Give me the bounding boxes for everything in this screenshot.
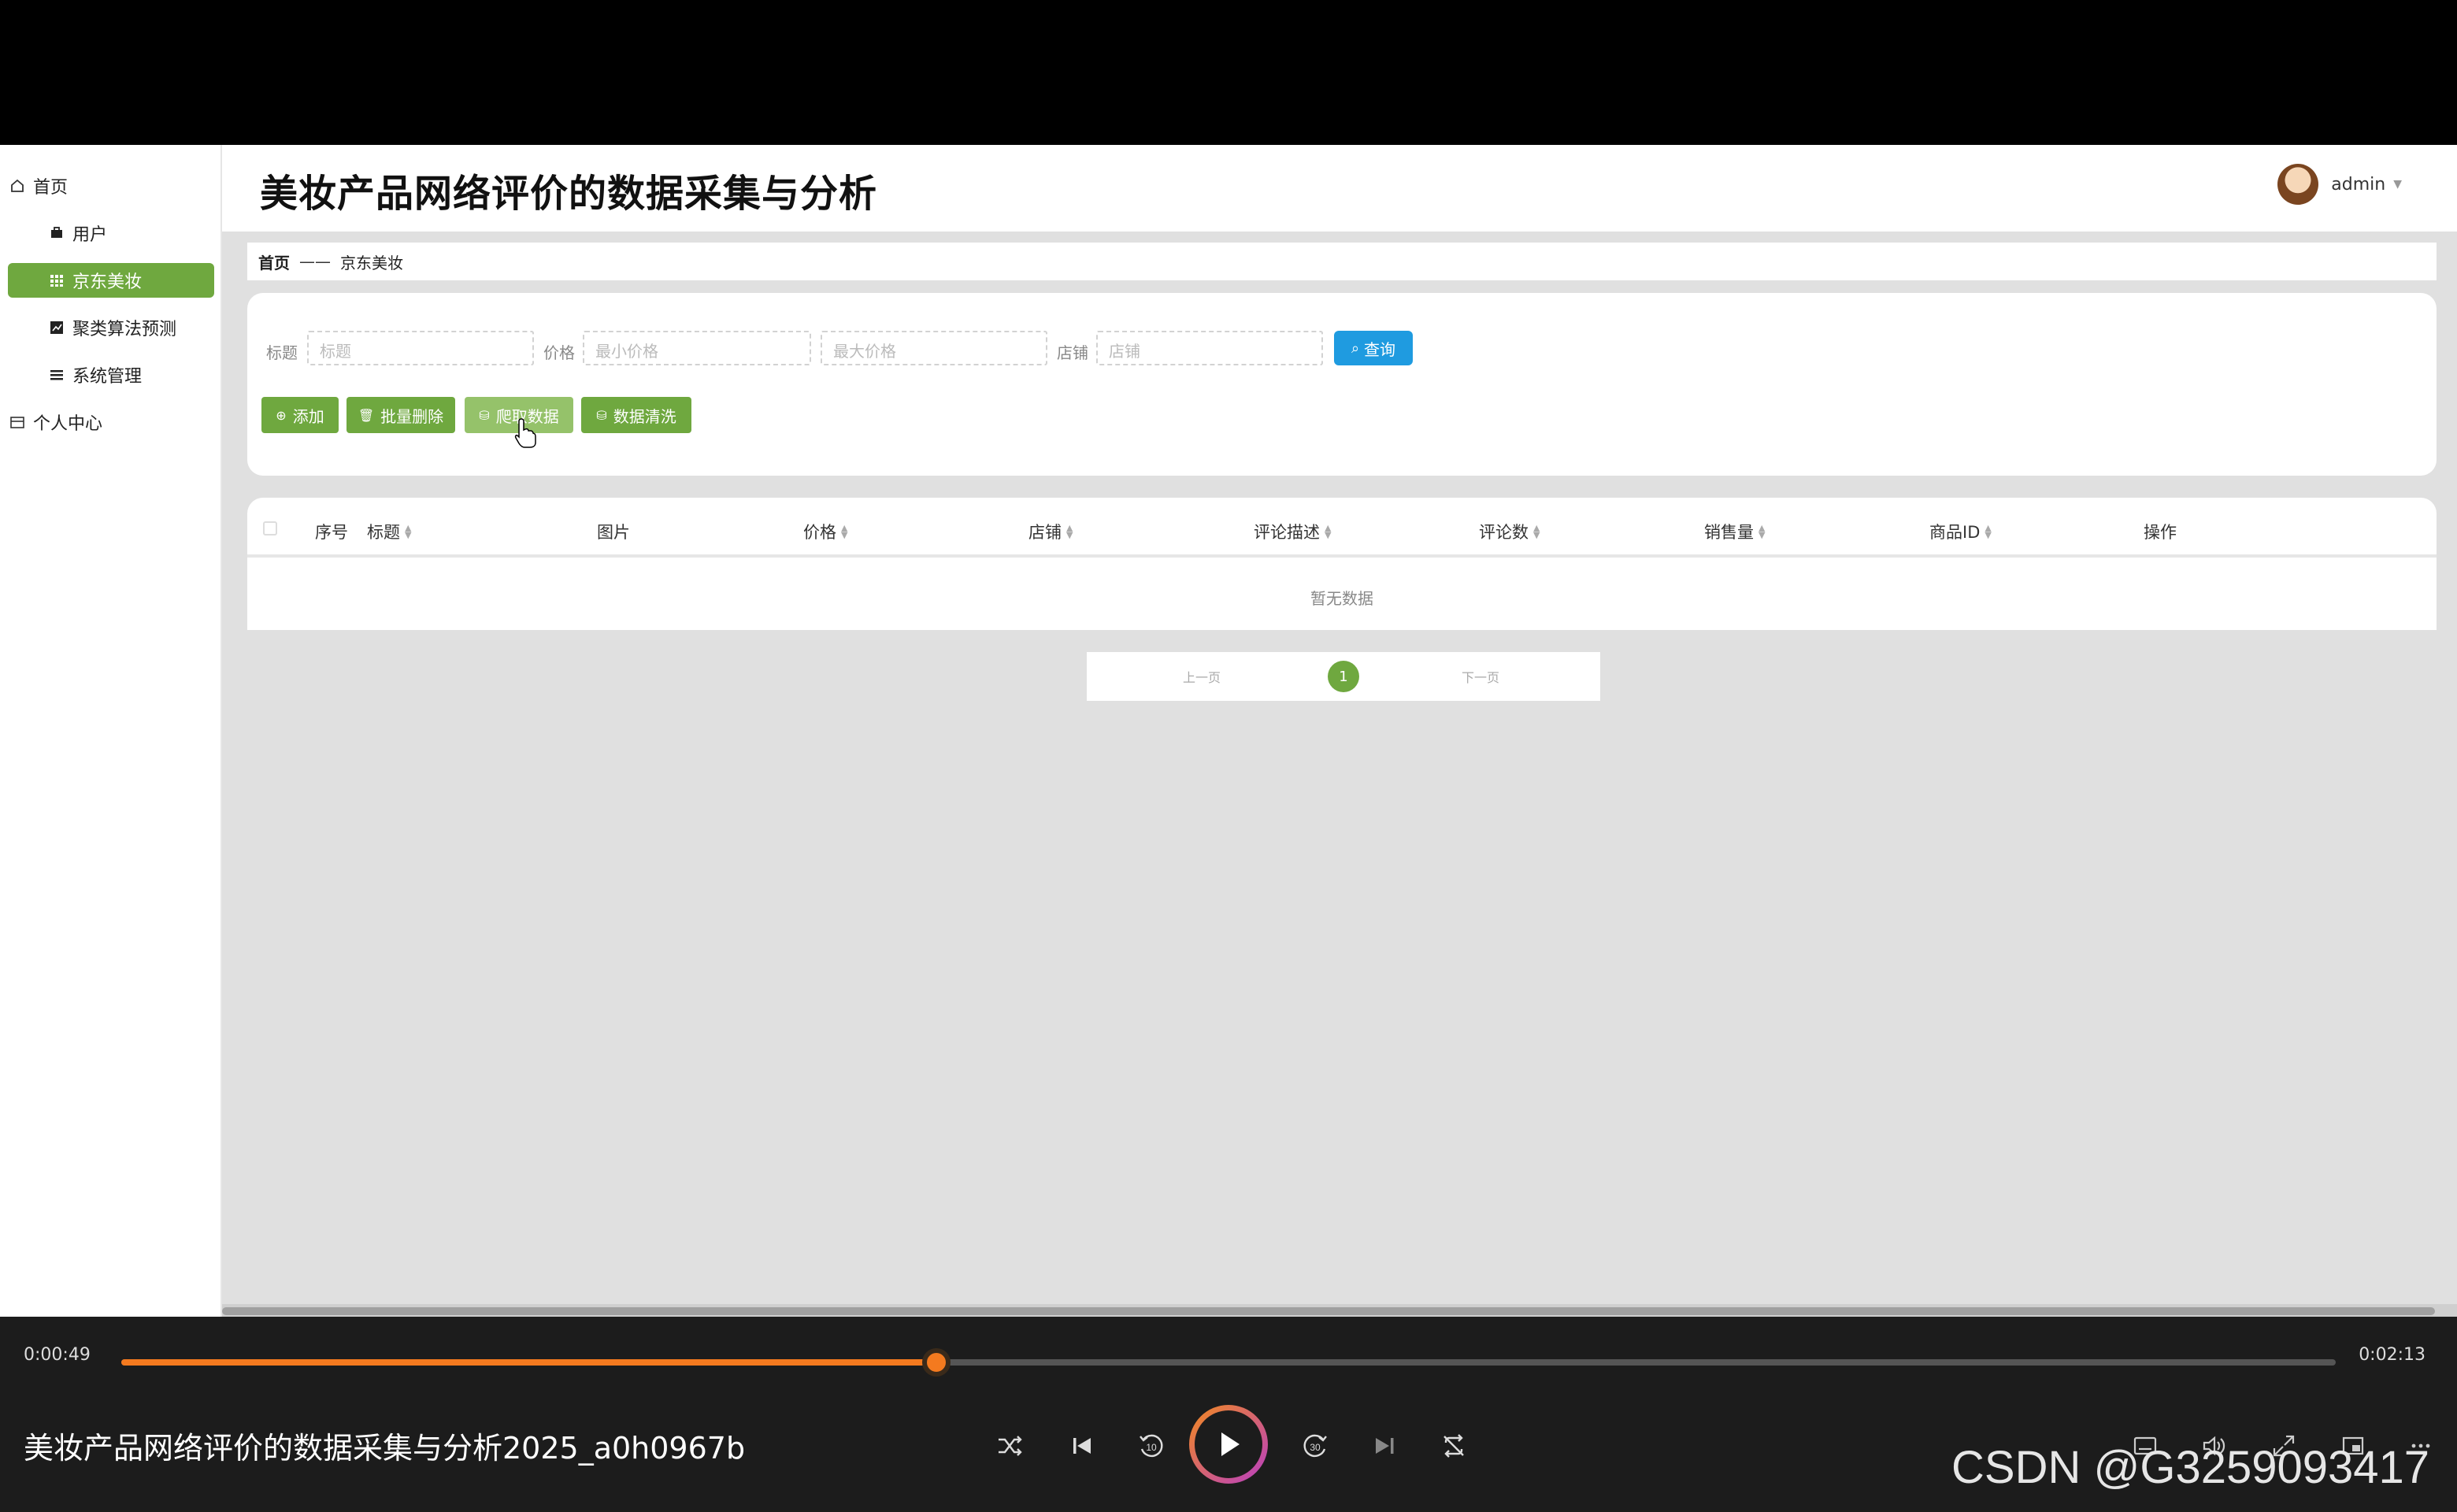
column-header-actions: 操作	[2144, 523, 2177, 542]
sort-icon[interactable]: ▲ ▼	[1066, 524, 1073, 539]
search-panel	[247, 293, 2437, 476]
price-label: 价格	[543, 343, 575, 362]
column-header-image: 图片	[597, 523, 630, 542]
sidebar-item-jd-beauty[interactable]: 京东美妆	[8, 263, 214, 298]
play-icon	[1221, 1432, 1240, 1456]
current-time: 0:00:49	[24, 1345, 91, 1365]
shuffle-icon[interactable]	[991, 1427, 1028, 1465]
database-icon: ⛁	[479, 407, 490, 423]
previous-icon[interactable]	[1063, 1427, 1101, 1465]
add-button-label: 添加	[292, 406, 324, 426]
sort-icon[interactable]: ▲ ▼	[1533, 524, 1540, 539]
sidebar-item-system-management[interactable]: 系统管理	[8, 358, 214, 392]
column-header-index: 序号	[315, 523, 348, 542]
rewind-10-icon[interactable]: 10	[1132, 1427, 1170, 1465]
sidebar-item-label: 个人中心	[33, 414, 103, 434]
min-price-input[interactable]: 最小价格	[583, 331, 811, 365]
data-clean-button-label: 数据清洗	[613, 406, 676, 426]
briefcase-icon	[47, 224, 66, 243]
repeat-off-icon[interactable]	[1435, 1427, 1473, 1465]
username: admin	[2331, 174, 2386, 195]
sidebar-item-profile[interactable]: 个人中心	[8, 405, 214, 439]
title-label: 标题	[266, 343, 298, 362]
sort-icon[interactable]: ▲ ▼	[405, 524, 411, 539]
sidebar: 首页 用户 京东美妆 聚类算法预测 系统管理 个人中心	[0, 145, 222, 1317]
batch-delete-button-label: 批量删除	[380, 406, 444, 426]
sidebar-item-label: 聚类算法预测	[72, 320, 177, 339]
shop-label: 店铺	[1057, 343, 1088, 362]
query-button-label: 查询	[1364, 339, 1396, 359]
avatar	[2277, 164, 2319, 205]
progress-fill	[121, 1359, 936, 1366]
caret-down-icon: ▼	[2393, 178, 2402, 191]
scrollbar-thumb[interactable]	[222, 1307, 2435, 1315]
column-header-review-count[interactable]: 评论数 ▲ ▼	[1479, 520, 1540, 543]
pagination: 上一页 1 下一页	[1087, 652, 1600, 701]
trash-icon: 🗑	[358, 407, 375, 423]
play-button[interactable]	[1189, 1405, 1268, 1484]
video-title: 美妆产品网络评价的数据采集与分析2025_a0h0967b	[24, 1431, 746, 1466]
breadcrumb-home[interactable]: 首页	[258, 250, 290, 273]
total-time: 0:02:13	[2359, 1345, 2426, 1365]
plus-circle-icon: ⊕	[276, 407, 287, 423]
sidebar-item-label: 用户	[72, 225, 108, 245]
app-screen: 首页 用户 京东美妆 聚类算法预测 系统管理 个人中心 美妆产品网络评价的数据采…	[0, 145, 2457, 1317]
video-player-bar: 0:00:49 0:02:13 美妆产品网络评价的数据采集与分析2025_a0h…	[0, 1317, 2457, 1512]
breadcrumb-separator: ——	[299, 252, 331, 271]
query-button[interactable]: ⌕ 查询	[1334, 331, 1413, 365]
chart-icon	[47, 318, 66, 337]
column-header-review-desc[interactable]: 评论描述 ▲ ▼	[1254, 520, 1331, 543]
select-all-checkbox[interactable]	[263, 521, 277, 536]
grid-icon	[47, 271, 66, 290]
add-button[interactable]: ⊕ 添加	[261, 397, 339, 433]
progress-handle[interactable]	[921, 1348, 951, 1377]
column-header-price[interactable]: 价格 ▲ ▼	[803, 520, 847, 543]
sidebar-item-home[interactable]: 首页	[8, 169, 214, 203]
home-icon	[8, 176, 27, 195]
data-clean-button[interactable]: ⛁ 数据清洗	[581, 397, 691, 433]
hand-cursor-icon	[514, 418, 536, 448]
next-icon[interactable]	[1366, 1427, 1403, 1465]
title-input[interactable]: 标题	[307, 331, 534, 365]
sort-icon[interactable]: ▲ ▼	[841, 524, 847, 539]
svg-text:10: 10	[1146, 1442, 1157, 1453]
sidebar-item-cluster-prediction[interactable]: 聚类算法预测	[8, 310, 214, 345]
breadcrumb: 首页 —— 京东美妆	[247, 243, 2437, 280]
column-header-title[interactable]: 标题 ▲ ▼	[367, 520, 411, 543]
sidebar-item-label: 首页	[33, 178, 69, 198]
folder-icon	[8, 413, 27, 432]
sort-icon[interactable]: ▲ ▼	[1325, 524, 1331, 539]
sidebar-item-label: 系统管理	[72, 367, 143, 387]
sort-icon[interactable]: ▲ ▼	[1984, 524, 1991, 539]
empty-table-text: 暂无数据	[1310, 589, 1373, 608]
shop-input[interactable]: 店铺	[1096, 331, 1323, 365]
table-header: 序号 标题 ▲ ▼ 图片 价格 ▲ ▼ 店铺 ▲ ▼ 评论描述 ▲ ▼ 评论数 ▲ ▼ 销售量 ▲ ▼ …	[247, 498, 2437, 558]
sort-icon[interactable]: ▲ ▼	[1758, 524, 1765, 539]
column-header-product-id[interactable]: 商品ID ▲ ▼	[1929, 520, 1992, 543]
user-menu[interactable]: admin ▼	[2277, 164, 2402, 205]
max-price-input[interactable]: 最大价格	[821, 331, 1047, 365]
data-table: 序号 标题 ▲ ▼ 图片 价格 ▲ ▼ 店铺 ▲ ▼ 评论描述 ▲ ▼ 评论数 ▲ ▼ 销售量 ▲ ▼ …	[247, 498, 2437, 630]
app-title: 美妆产品网络评价的数据采集与分析	[260, 172, 878, 216]
svg-text:30: 30	[1310, 1442, 1321, 1453]
database-icon: ⛁	[596, 407, 607, 423]
horizontal-scrollbar[interactable]	[222, 1304, 2457, 1317]
column-header-shop[interactable]: 店铺 ▲ ▼	[1028, 520, 1073, 543]
sidebar-item-label: 京东美妆	[72, 272, 143, 292]
next-page-button[interactable]: 下一页	[1462, 667, 1499, 686]
page-number-current[interactable]: 1	[1328, 661, 1359, 692]
prev-page-button[interactable]: 上一页	[1183, 667, 1221, 686]
progress-track[interactable]	[121, 1359, 2336, 1366]
menu-icon	[47, 365, 66, 384]
breadcrumb-current: 京东美妆	[340, 253, 403, 272]
app-header: 美妆产品网络评价的数据采集与分析 admin ▼	[222, 145, 2457, 232]
forward-30-icon[interactable]: 30	[1296, 1427, 1334, 1465]
csdn-watermark: CSDN @G3259093417	[1951, 1442, 2430, 1493]
column-header-sales[interactable]: 销售量 ▲ ▼	[1704, 520, 1765, 543]
video-letterbox-top	[0, 0, 2457, 145]
sidebar-item-users[interactable]: 用户	[8, 216, 214, 250]
batch-delete-button[interactable]: 🗑 批量删除	[346, 397, 455, 433]
search-icon: ⌕	[1351, 339, 1360, 357]
